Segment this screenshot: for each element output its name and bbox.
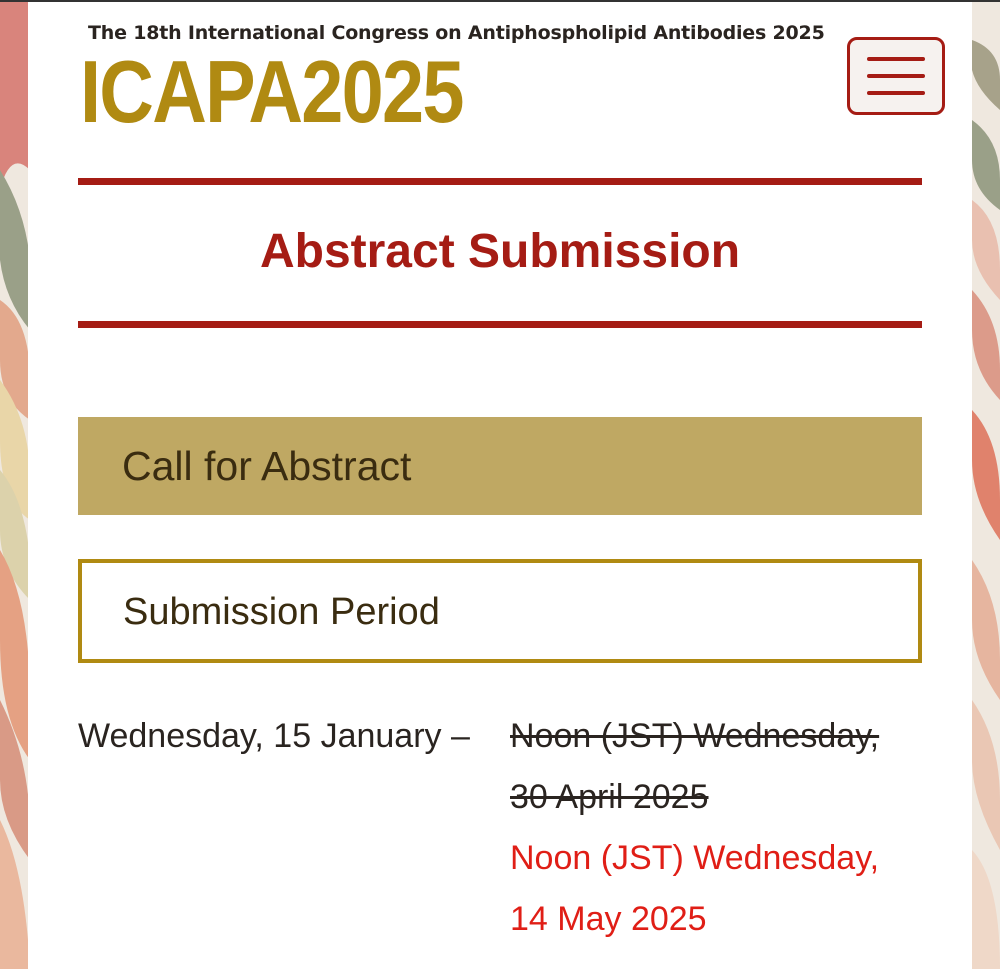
old-deadline-line-2: 30 April 2025 [510, 778, 709, 816]
submission-period-start: Wednesday, 15 January – [78, 717, 470, 755]
title-rule-bottom [78, 321, 922, 328]
decorative-leaf-border-right [972, 0, 1000, 969]
subsection-heading-label: Submission Period [123, 591, 440, 633]
old-deadline-line-1: Noon (JST) Wednesday, [510, 717, 880, 755]
subsection-heading-submission-period: Submission Period [78, 559, 922, 663]
top-border [0, 0, 1000, 2]
new-deadline-line-1: Noon (JST) Wednesday, [510, 839, 880, 877]
section-heading-call-for-abstract: Call for Abstract [78, 417, 922, 515]
page-content: The 18th International Congress on Antip… [28, 0, 972, 969]
page-title: Abstract Submission [259, 225, 741, 278]
congress-tagline: The 18th International Congress on Antip… [88, 22, 825, 44]
title-rule-top [78, 178, 922, 185]
section-heading-label: Call for Abstract [122, 443, 412, 489]
site-logo[interactable]: ICAPA2025 [80, 46, 464, 138]
submission-period-end: Noon (JST) Wednesday, 30 April 2025 Noon… [510, 706, 879, 950]
new-deadline-line-2: 14 May 2025 [510, 900, 707, 938]
decorative-leaf-border-left [0, 0, 30, 969]
menu-button[interactable] [847, 37, 945, 115]
